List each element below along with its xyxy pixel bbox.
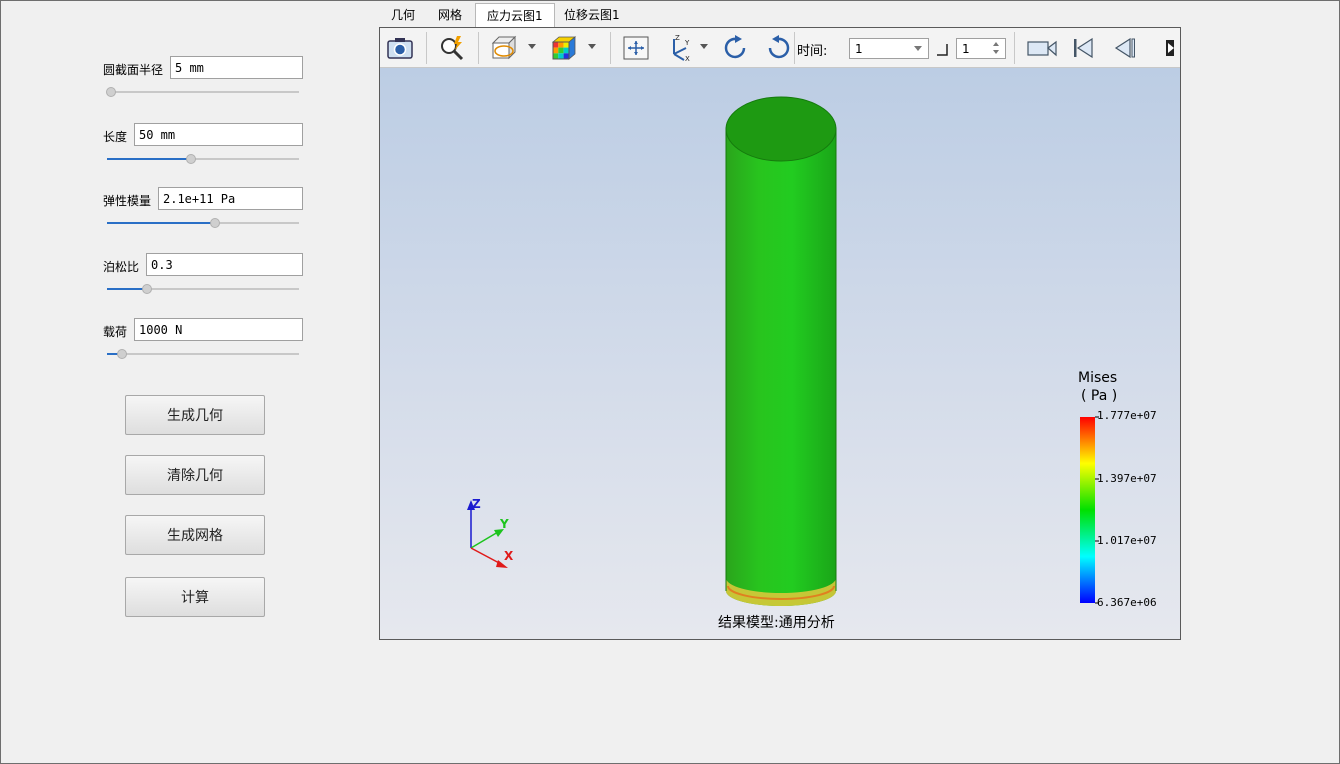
viewer-toolbar: Z Y X 时间: 1 1	[380, 28, 1180, 68]
clear-geometry-button[interactable]: 清除几何	[125, 455, 265, 495]
rotate-ccw-icon[interactable]	[764, 34, 792, 62]
chevron-down-icon	[914, 46, 922, 51]
poisson-ratio-slider-thumb[interactable]	[142, 284, 153, 294]
legend-tick: 1.017e+07	[1097, 534, 1157, 547]
elastic-modulus-input[interactable]: 2.1e+11 Pa	[158, 187, 303, 210]
legend-tick: 1.777e+07	[1097, 409, 1157, 422]
load-slider[interactable]	[107, 348, 299, 360]
legend-unit: ( Pa )	[1081, 388, 1118, 404]
radius-label: 圆截面半径	[103, 63, 164, 77]
spin-up-icon[interactable]	[993, 42, 999, 46]
elastic-modulus-label: 弹性模量	[103, 194, 152, 208]
cylinder-model[interactable]	[725, 96, 837, 606]
axis-y-label: Y	[499, 517, 509, 531]
svg-text:Y: Y	[684, 39, 690, 47]
zoom-icon[interactable]	[438, 34, 466, 62]
generate-mesh-button[interactable]: 生成网格	[125, 515, 265, 555]
poisson-ratio-input[interactable]: 0.3	[146, 253, 303, 276]
first-frame-icon[interactable]	[1070, 34, 1098, 62]
spin-down-icon[interactable]	[993, 50, 999, 54]
svg-text:X: X	[685, 55, 690, 62]
tab-displacement-contour[interactable]: 位移云图1	[553, 3, 631, 28]
time-select-value: 1	[855, 42, 863, 56]
length-slider-thumb[interactable]	[186, 154, 197, 164]
axis-z-label: Z	[472, 497, 481, 511]
compute-button[interactable]: 计算	[125, 577, 265, 617]
stress-contour-plot: Z Y X	[467, 96, 1099, 606]
step-icon	[937, 44, 948, 56]
tab-mesh[interactable]: 网格	[427, 3, 473, 28]
axes-triad: Z Y X	[467, 497, 514, 568]
length-slider[interactable]	[107, 153, 299, 165]
radius-slider[interactable]	[105, 86, 299, 98]
time-label: 时间:	[797, 44, 828, 59]
fit-view-icon[interactable]	[622, 34, 650, 62]
3d-viewport[interactable]: Z Y X Mises ( Pa ) 1.777e+07 1.397e+07 1…	[380, 68, 1180, 639]
load-label: 载荷	[103, 325, 128, 339]
legend-tick: 1.397e+07	[1097, 472, 1157, 485]
length-input[interactable]: 50 mm	[134, 123, 303, 146]
load-slider-thumb[interactable]	[117, 349, 128, 359]
load-input[interactable]: 1000 N	[134, 318, 303, 341]
poisson-ratio-slider[interactable]	[107, 283, 299, 295]
tab-geometry[interactable]: 几何	[380, 3, 426, 28]
step-spinbox-value: 1	[962, 42, 970, 56]
time-select[interactable]: 1	[849, 38, 929, 59]
record-icon[interactable]	[1026, 34, 1058, 62]
radius-input[interactable]: 5 mm	[170, 56, 303, 79]
color-cube-icon[interactable]	[550, 34, 578, 62]
elastic-modulus-slider-thumb[interactable]	[209, 218, 220, 228]
previous-frame-icon[interactable]	[1110, 34, 1138, 62]
camera-icon[interactable]	[386, 34, 414, 62]
legend-tick: 6.367e+06	[1097, 596, 1157, 609]
legend-color-bar	[1080, 417, 1095, 603]
result-viewer: Z Y X 时间: 1 1 Z Y X Mises (Pa) 1.777e+…	[379, 27, 1181, 640]
next-frame-icon[interactable]	[1164, 34, 1180, 62]
step-spinbox[interactable]: 1	[956, 38, 1006, 59]
poisson-ratio-label: 泊松比	[103, 260, 140, 274]
generate-geometry-button[interactable]: 生成几何	[125, 395, 265, 435]
rotate-cw-icon[interactable]	[722, 34, 750, 62]
svg-text:Z: Z	[675, 34, 680, 42]
axes-orientation-icon[interactable]: Z Y X	[664, 34, 692, 62]
length-label: 长度	[103, 130, 128, 144]
section-view-icon[interactable]	[490, 34, 518, 62]
tab-stress-contour[interactable]: 应力云图1	[475, 3, 555, 28]
legend-title: Mises	[1078, 370, 1118, 386]
radius-slider-thumb[interactable]	[105, 87, 116, 97]
axis-x-label: X	[504, 549, 514, 563]
model-caption: 结果模型:通用分析	[718, 615, 835, 631]
elastic-modulus-slider[interactable]	[107, 217, 299, 229]
